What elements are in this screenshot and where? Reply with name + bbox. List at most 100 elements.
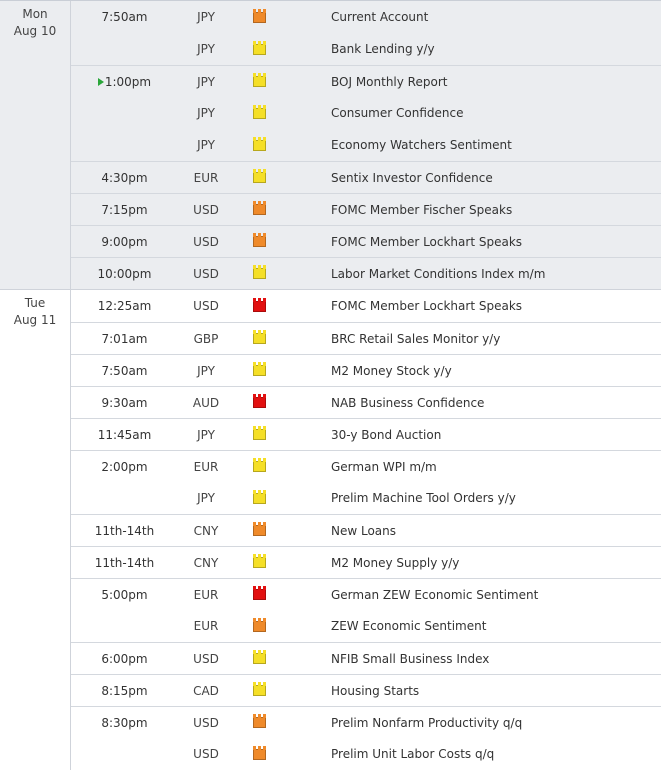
impact-cell[interactable] [234,330,284,344]
impact-cell[interactable] [234,522,284,536]
event-name[interactable]: FOMC Member Lockhart Speaks [284,299,661,313]
impact-cell[interactable] [234,73,284,87]
folder-flag-yellow-icon[interactable] [252,426,266,440]
folder-flag-orange-icon[interactable] [252,8,266,23]
folder-flag-yellow-icon[interactable] [252,265,266,279]
impact-cell[interactable] [234,201,284,215]
event-row[interactable]: 11:45am JPY 30-y Bond Auction [71,418,661,450]
event-name[interactable]: Consumer Confidence [284,106,661,120]
event-name[interactable]: Economy Watchers Sentiment [284,138,661,152]
weekday-label: Mon [22,7,48,21]
event-row[interactable]: JPY Bank Lending y/y [71,33,661,65]
event-name[interactable]: FOMC Member Fischer Speaks [284,203,661,217]
impact-cell[interactable] [234,489,284,504]
event-time-label: 6:00pm [101,651,148,666]
impact-cell[interactable] [234,265,284,279]
impact-cell[interactable] [234,458,284,472]
event-row[interactable]: 6:00pm USD NFIB Small Business Index [71,642,661,674]
event-row[interactable]: 11th-14th CNY New Loans [71,514,661,546]
folder-flag-yellow-icon[interactable] [252,40,266,55]
folder-flag-yellow-icon[interactable] [252,330,266,344]
impact-cell[interactable] [234,682,284,696]
event-name[interactable]: German ZEW Economic Sentiment [284,588,661,602]
folder-flag-orange-icon[interactable] [252,522,266,536]
impact-cell[interactable] [234,136,284,151]
event-row[interactable]: 7:15pm USD FOMC Member Fischer Speaks [71,193,661,225]
impact-cell[interactable] [234,745,284,760]
folder-flag-yellow-icon[interactable] [252,136,266,151]
event-row[interactable]: 5:00pm EUR German ZEW Economic Sentiment [71,578,661,610]
impact-cell[interactable] [234,169,284,183]
folder-flag-yellow-icon[interactable] [252,169,266,183]
folder-flag-yellow-icon[interactable] [252,682,266,696]
event-time: 11:45am [71,428,178,442]
event-row[interactable]: 10:00pm USD Labor Market Conditions Index … [71,257,661,289]
event-name[interactable]: Sentix Investor Confidence [284,171,661,185]
impact-cell[interactable] [234,650,284,664]
impact-cell[interactable] [234,617,284,632]
event-row[interactable]: EUR ZEW Economic Sentiment [71,610,661,642]
impact-cell[interactable] [234,586,284,600]
impact-cell[interactable] [234,233,284,247]
impact-cell[interactable] [234,714,284,728]
event-row[interactable]: USD Prelim Unit Labor Costs q/q [71,738,661,770]
event-row[interactable]: JPY Economy Watchers Sentiment [71,129,661,161]
event-row[interactable]: 4:30pm EUR Sentix Investor Confidence [71,161,661,193]
impact-cell[interactable] [234,40,284,55]
event-name[interactable]: NFIB Small Business Index [284,652,661,666]
event-name[interactable]: German WPI m/m [284,460,661,474]
event-name[interactable]: ZEW Economic Sentiment [284,619,661,633]
event-name[interactable]: BRC Retail Sales Monitor y/y [284,332,661,346]
event-name[interactable]: M2 Money Supply y/y [284,556,661,570]
event-name[interactable]: 30-y Bond Auction [284,428,661,442]
impact-cell[interactable] [234,8,284,23]
folder-flag-yellow-icon[interactable] [252,104,266,119]
impact-cell[interactable] [234,554,284,568]
folder-flag-orange-icon[interactable] [252,233,266,247]
event-row[interactable]: 9:30am AUD NAB Business Confidence [71,386,661,418]
event-name[interactable]: BOJ Monthly Report [284,75,661,89]
event-row[interactable]: JPY Consumer Confidence [71,97,661,129]
impact-cell[interactable] [234,362,284,376]
event-row[interactable]: 8:15pm CAD Housing Starts [71,674,661,706]
folder-flag-yellow-icon[interactable] [252,554,266,568]
folder-flag-yellow-icon[interactable] [252,73,266,87]
event-name[interactable]: M2 Money Stock y/y [284,364,661,378]
folder-flag-yellow-icon[interactable] [252,362,266,376]
event-row[interactable]: 11th-14th CNY M2 Money Supply y/y [71,546,661,578]
event-row[interactable]: 9:00pm USD FOMC Member Lockhart Speaks [71,225,661,257]
impact-cell[interactable] [234,297,284,312]
folder-flag-red-icon[interactable] [252,297,266,312]
folder-flag-yellow-icon[interactable] [252,650,266,664]
event-name[interactable]: FOMC Member Lockhart Speaks [284,235,661,249]
event-name[interactable]: Prelim Nonfarm Productivity q/q [284,716,661,730]
impact-cell[interactable] [234,104,284,119]
event-name[interactable]: Current Account [284,10,661,24]
folder-flag-yellow-icon[interactable] [252,489,266,504]
folder-flag-red-icon[interactable] [252,586,266,600]
folder-flag-orange-icon[interactable] [252,617,266,632]
folder-flag-orange-icon[interactable] [252,201,266,215]
impact-cell[interactable] [234,394,284,408]
event-row[interactable]: JPY Prelim Machine Tool Orders y/y [71,482,661,514]
event-row[interactable]: 7:50am JPY Current Account [71,1,661,33]
impact-cell[interactable] [234,426,284,440]
event-name[interactable]: Bank Lending y/y [284,42,661,56]
event-time: 9:30am [71,396,178,410]
event-row[interactable]: 7:50am JPY M2 Money Stock y/y [71,354,661,386]
folder-flag-orange-icon[interactable] [252,745,266,760]
event-row[interactable]: 1:00pm JPY BOJ Monthly Report [71,65,661,97]
event-name[interactable]: NAB Business Confidence [284,396,661,410]
folder-flag-yellow-icon[interactable] [252,458,266,472]
folder-flag-red-icon[interactable] [252,394,266,408]
event-row[interactable]: 7:01am GBP BRC Retail Sales Monitor y/y [71,322,661,354]
event-name[interactable]: Prelim Machine Tool Orders y/y [284,491,661,505]
event-row[interactable]: 2:00pm EUR German WPI m/m [71,450,661,482]
event-name[interactable]: Housing Starts [284,684,661,698]
folder-flag-orange-icon[interactable] [252,714,266,728]
event-row[interactable]: 8:30pm USD Prelim Nonfarm Productivity q/q [71,706,661,738]
event-row[interactable]: 12:25am USD FOMC Member Lockhart Speaks [71,290,661,322]
event-time: 12:25am [71,299,178,313]
event-name[interactable]: New Loans [284,524,661,538]
event-name[interactable]: Labor Market Conditions Index m/m [284,267,661,281]
